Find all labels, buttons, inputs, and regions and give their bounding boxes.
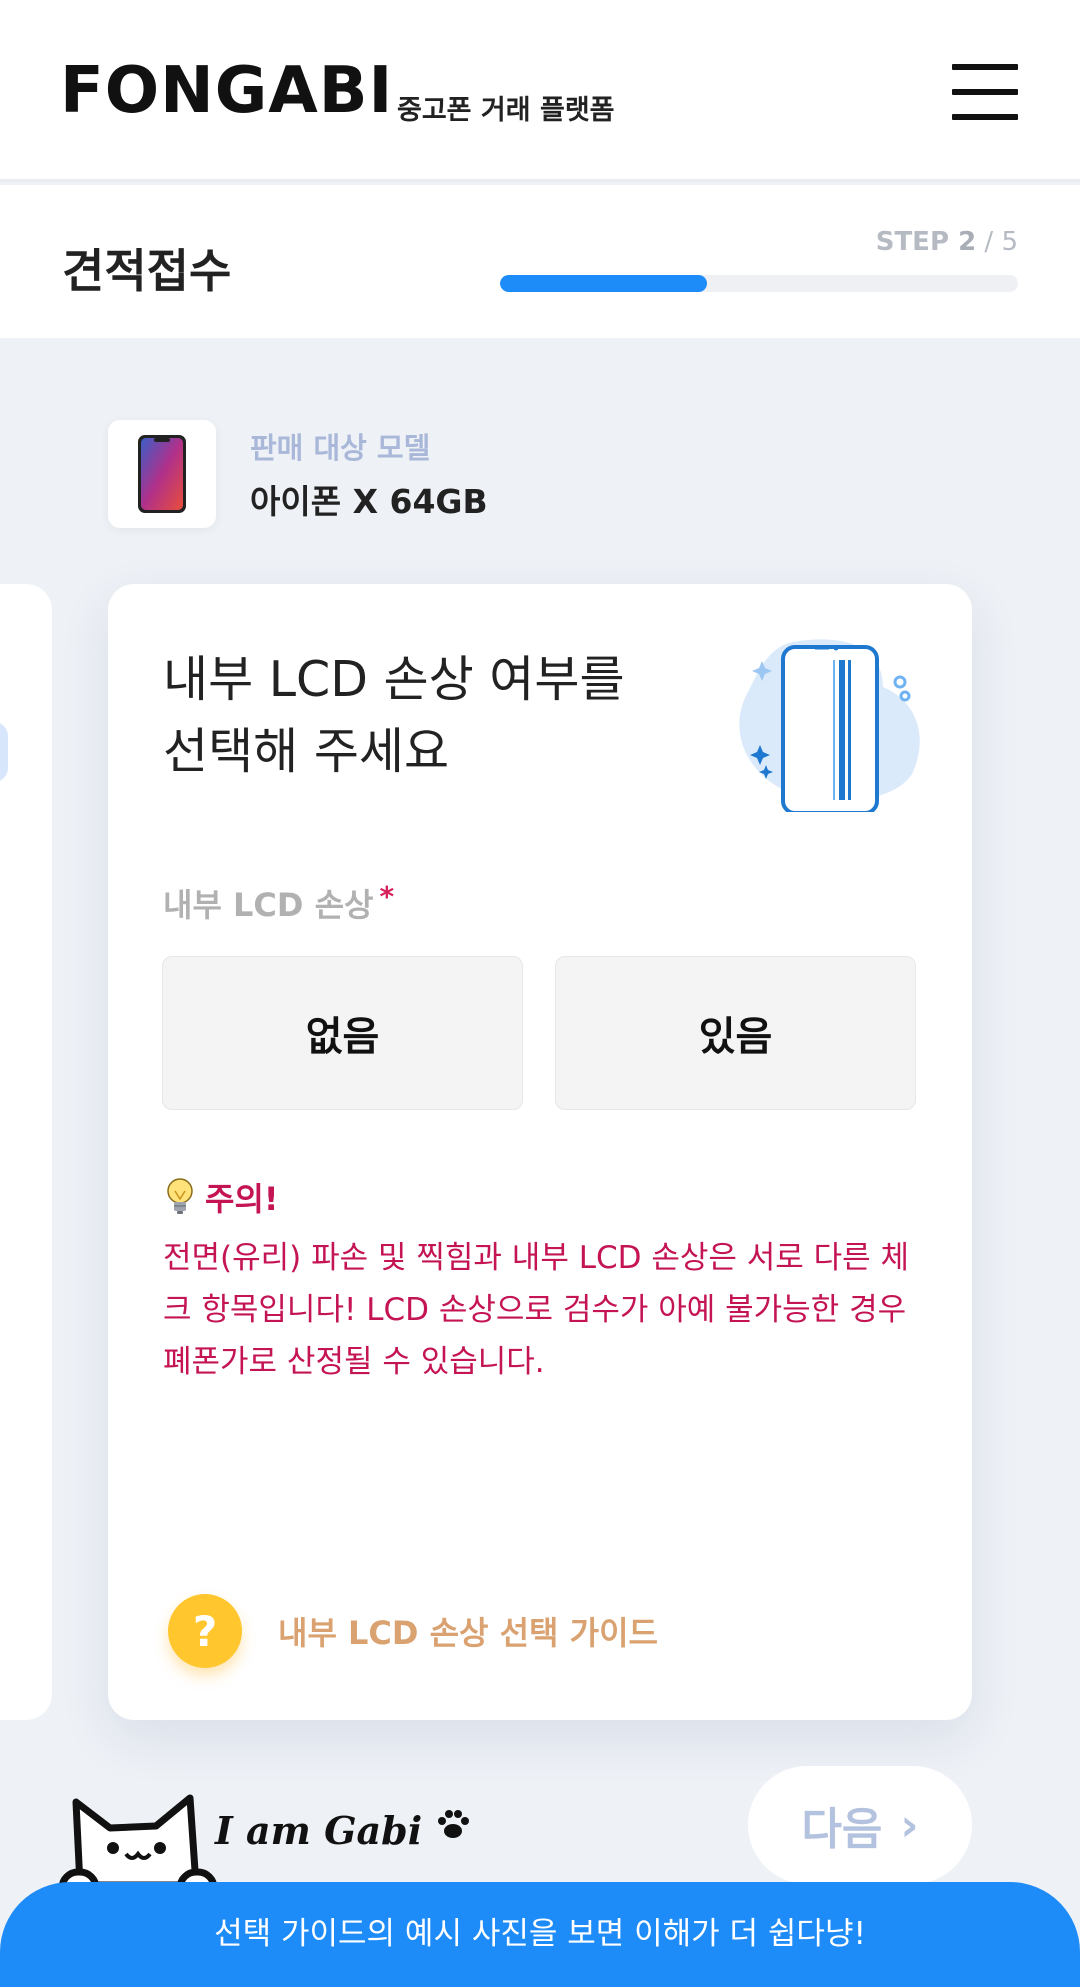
iphone-x-image (138, 435, 186, 513)
speech-bar-text: 선택 가이드의 예시 사진을 보면 이해가 더 쉽다냥! (214, 1916, 866, 1952)
target-model: 판매 대상 모델 아이폰 X 64GB (108, 420, 488, 528)
selection-guide-link[interactable]: ? 내부 LCD 손상 선택 가이드 (168, 1594, 658, 1668)
step-indicator: STEP 2 / 5 (876, 227, 1018, 257)
brand-tagline: 중고폰 거래 플랫폼 (397, 95, 615, 126)
guide-label[interactable]: 내부 LCD 손상 선택 가이드 (278, 1608, 658, 1654)
mascot-speech-bar: 선택 가이드의 예시 사진을 보면 이해가 더 쉽다냥! (0, 1882, 1080, 1987)
next-button[interactable]: 다음 › (748, 1766, 972, 1884)
next-button-label: 다음 (801, 1804, 883, 1855)
step-prefix: STEP (875, 227, 959, 257)
lightbulb-icon (167, 1178, 193, 1214)
field-label: 내부 LCD 손상 * (163, 880, 394, 926)
page-title: 견적접수 (62, 244, 232, 298)
phone-thumbnail (108, 420, 216, 528)
warning-title: 주의! (205, 1180, 279, 1218)
question-title-line2: 선택해 주세요 (163, 723, 450, 780)
progress-bar (500, 275, 1018, 292)
step-separator: / (976, 227, 1002, 257)
brand-logo[interactable]: FONGABI (60, 56, 393, 126)
paw-icon (438, 1810, 470, 1838)
app-header: FONGABI 중고폰 거래 플랫폼 (0, 0, 1080, 182)
mascot-name: I am Gabi (215, 1808, 471, 1853)
progress-fill (500, 275, 708, 292)
question-title: 내부 LCD 손상 여부를 선택해 주세요 (163, 644, 625, 788)
chevron-right-icon: › (900, 1799, 919, 1851)
step-total: 5 (1001, 227, 1018, 257)
required-mark: * (379, 880, 395, 913)
option-exists-button[interactable]: 있음 (555, 956, 916, 1110)
previous-card-dot (0, 722, 8, 782)
question-card: 내부 LCD 손상 여부를 선택해 주세요 내부 LCD 손상 * 없음 있음 주… (108, 584, 972, 1720)
field-label-text: 내부 LCD 손상 (163, 886, 374, 924)
option-none-button[interactable]: 없음 (162, 956, 523, 1110)
question-mark-icon[interactable]: ? (168, 1594, 242, 1668)
phone-lcd-damage-icon (739, 639, 920, 812)
model-name: 아이폰 X 64GB (250, 482, 488, 521)
question-title-line1: 내부 LCD 손상 여부를 (163, 651, 625, 708)
model-label: 판매 대상 모델 (250, 431, 431, 465)
mascot-name-text: I am Gabi (215, 1808, 423, 1853)
hamburger-menu-icon[interactable] (952, 64, 1018, 120)
step-current: 2 (958, 227, 977, 257)
step-bar: 견적접수 STEP 2 / 5 (0, 185, 1080, 338)
warning-header: 주의! (163, 1174, 278, 1220)
warning-text: 전면(유리) 파손 및 찍힘과 내부 LCD 손상은 서로 다른 체크 항목입니… (163, 1240, 910, 1380)
